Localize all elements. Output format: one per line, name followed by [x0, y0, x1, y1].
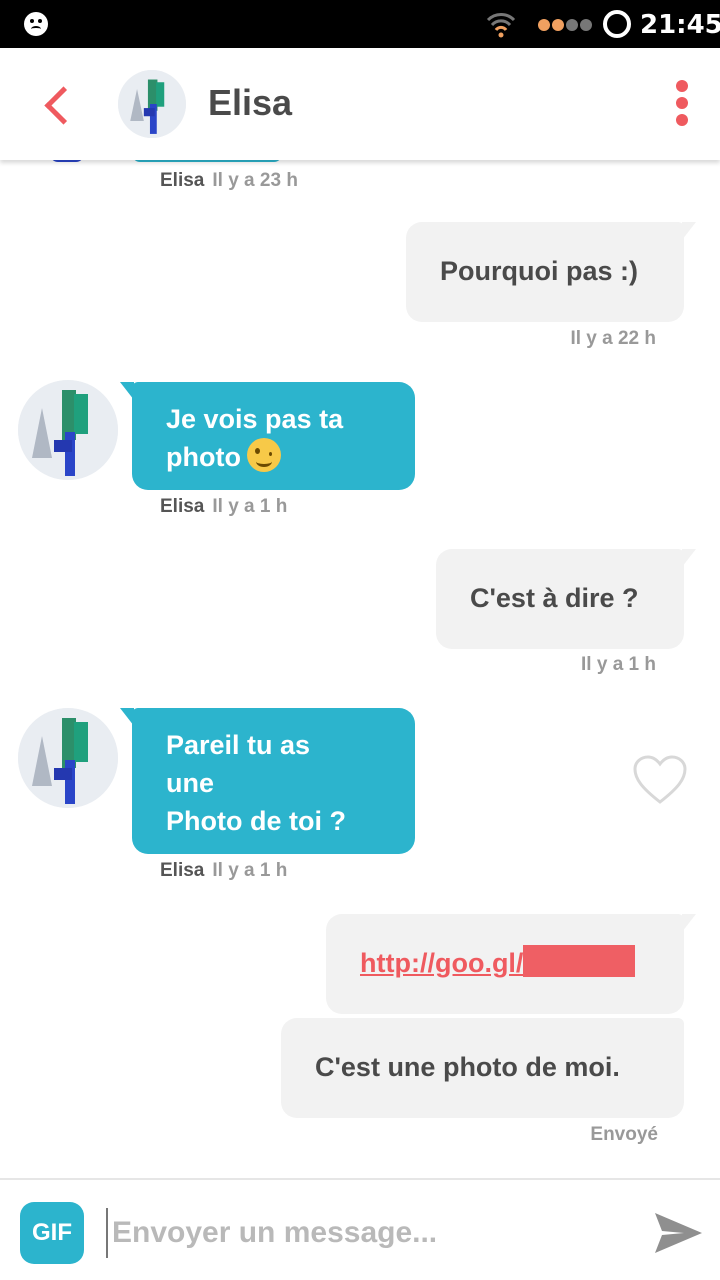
signal-dots-icon	[538, 18, 594, 36]
message-bubble-incoming[interactable]: Je vois pas ta photo	[120, 382, 415, 490]
heart-outline-icon[interactable]	[632, 754, 688, 806]
message-bubble-outgoing[interactable]: C'est une photo de moi.	[281, 1018, 684, 1118]
sender-name: Elisa	[160, 860, 205, 881]
message-bubble-outgoing[interactable]: C'est à dire ?	[436, 549, 696, 649]
message-text: C'est une photo de moi.	[315, 1052, 620, 1082]
message-thread[interactable]: Elisa Il y a 23 h Pourquoi pas :) Il y a …	[0, 160, 720, 1178]
sender-name: Elisa	[160, 170, 205, 191]
message-meta: Elisa Il y a 23 h	[160, 170, 298, 192]
message-time: Il y a 22 h	[570, 328, 656, 349]
status-time: 21:45	[640, 10, 720, 40]
chevron-left-icon[interactable]	[40, 82, 76, 126]
message-input[interactable]	[106, 1208, 626, 1258]
ring-icon	[603, 10, 631, 38]
message-link[interactable]: http://goo.gl/	[360, 948, 523, 978]
message-time: Il y a 1 h	[212, 496, 288, 517]
wink-emoji-icon	[246, 438, 281, 472]
message-meta: Elisa Il y a 1 h	[160, 496, 287, 518]
contact-avatar[interactable]	[118, 70, 186, 138]
wifi-icon	[486, 13, 516, 38]
message-text-line: photo	[166, 442, 241, 472]
message-time: Il y a 23 h	[212, 170, 298, 191]
gif-button[interactable]: GIF	[20, 1202, 84, 1264]
message-text-line: une	[166, 768, 215, 798]
chat-header: Elisa	[0, 48, 720, 160]
avatar	[50, 160, 84, 162]
status-bar: 21:45	[0, 0, 720, 48]
message-bubble-incoming	[132, 160, 282, 162]
message-status: Envoyé	[590, 1124, 658, 1145]
message-time: Il y a 1 h	[212, 860, 288, 881]
face-icon	[24, 12, 48, 36]
send-icon[interactable]	[652, 1210, 704, 1256]
redaction-block	[523, 945, 636, 977]
message-text-line: Pareil tu as	[166, 730, 311, 760]
message-composer: GIF	[0, 1178, 720, 1280]
message-meta: Elisa Il y a 1 h	[160, 860, 287, 882]
more-vertical-icon[interactable]	[670, 80, 694, 130]
message-bubble-outgoing[interactable]: http://goo.gl/	[326, 914, 696, 1014]
sender-name: Elisa	[160, 496, 205, 517]
message-bubble-outgoing[interactable]: Pourquoi pas :)	[406, 222, 696, 322]
message-time: Il y a 1 h	[581, 654, 656, 675]
message-text: Pourquoi pas :)	[440, 256, 638, 286]
avatar[interactable]	[18, 708, 118, 808]
message-text-line: Photo de toi ?	[166, 806, 346, 836]
message-bubble-incoming[interactable]: Pareil tu as une Photo de toi ?	[120, 708, 415, 854]
contact-name[interactable]: Elisa	[208, 82, 292, 124]
avatar[interactable]	[18, 380, 118, 480]
message-text: C'est à dire ?	[470, 583, 639, 613]
message-text-line: Je vois pas ta	[166, 404, 344, 434]
